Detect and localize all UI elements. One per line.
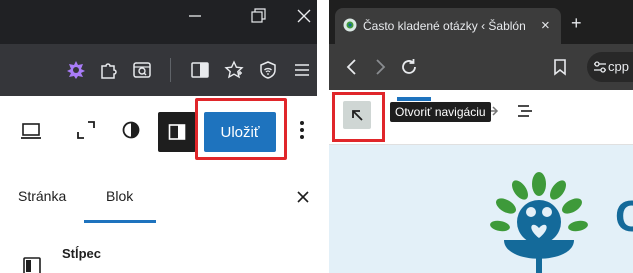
tab-block[interactable]: Blok xyxy=(106,188,133,204)
new-tab-icon[interactable]: + xyxy=(571,13,582,34)
block-card xyxy=(0,224,317,273)
styles-contrast-icon[interactable] xyxy=(121,120,141,140)
tooltip-accent xyxy=(397,97,431,101)
more-options-icon[interactable] xyxy=(298,118,306,142)
restore-icon[interactable] xyxy=(250,8,266,24)
panel-divider xyxy=(317,0,329,273)
toolbar-divider xyxy=(170,58,171,82)
settings-sidebar-toggle-button[interactable] xyxy=(158,112,196,152)
split-view-icon[interactable] xyxy=(190,60,210,80)
close-tab-icon[interactable]: × xyxy=(541,17,550,34)
reload-icon[interactable] xyxy=(399,57,419,77)
document-overview-icon[interactable] xyxy=(517,104,533,118)
fullscreen-icon[interactable] xyxy=(76,120,96,140)
tab-page[interactable]: Stránka xyxy=(18,188,66,204)
forward-icon[interactable] xyxy=(373,58,387,76)
navigation-bar: cpp xyxy=(329,44,633,90)
sidebar-icon xyxy=(168,123,186,141)
vpn-shield-icon[interactable] xyxy=(258,60,278,80)
site-title-fragment: C xyxy=(615,192,633,241)
family-tree-logo-icon xyxy=(484,170,594,273)
title-bar xyxy=(0,0,317,44)
bookmark-icon[interactable] xyxy=(553,58,567,76)
close-window-icon[interactable] xyxy=(296,8,312,24)
active-tab-indicator xyxy=(84,220,156,223)
column-block-icon xyxy=(22,256,42,273)
back-icon[interactable] xyxy=(345,58,359,76)
site-favicon-icon xyxy=(343,18,357,32)
tab-title: Často kladené otázky ‹ Šablóna ‹ xyxy=(363,19,525,33)
open-navigation-highlight xyxy=(332,92,385,142)
open-navigation-tooltip: Otvoriť navigáciu xyxy=(390,102,491,122)
reading-mode-icon[interactable] xyxy=(132,60,152,80)
extensions-icon[interactable] xyxy=(98,60,118,80)
block-title: Stĺpec xyxy=(62,246,102,261)
browser-toolbar xyxy=(0,44,317,96)
sidebar-tabs: Stránka Blok xyxy=(0,168,317,225)
site-settings-icon[interactable] xyxy=(593,61,607,73)
menu-icon[interactable] xyxy=(292,60,312,80)
browser-tab[interactable]: Často kladené otázky ‹ Šablóna ‹ × xyxy=(335,8,561,44)
save-button-highlight xyxy=(195,98,287,160)
right-window: Často kladené otázky ‹ Šablóna ‹ × + cpp xyxy=(329,0,633,273)
favorites-star-icon[interactable] xyxy=(224,60,244,80)
minimize-icon[interactable] xyxy=(187,8,203,24)
close-sidebar-icon[interactable] xyxy=(296,190,310,204)
url-text: cpp xyxy=(608,59,629,74)
left-window: Uložiť Stránka Blok Stĺpec xyxy=(0,0,317,273)
extension-puzzle-purple-icon[interactable] xyxy=(66,60,86,80)
desktop-preview-icon[interactable] xyxy=(20,122,42,140)
tab-strip: Často kladené otázky ‹ Šablóna ‹ × + xyxy=(329,0,633,44)
